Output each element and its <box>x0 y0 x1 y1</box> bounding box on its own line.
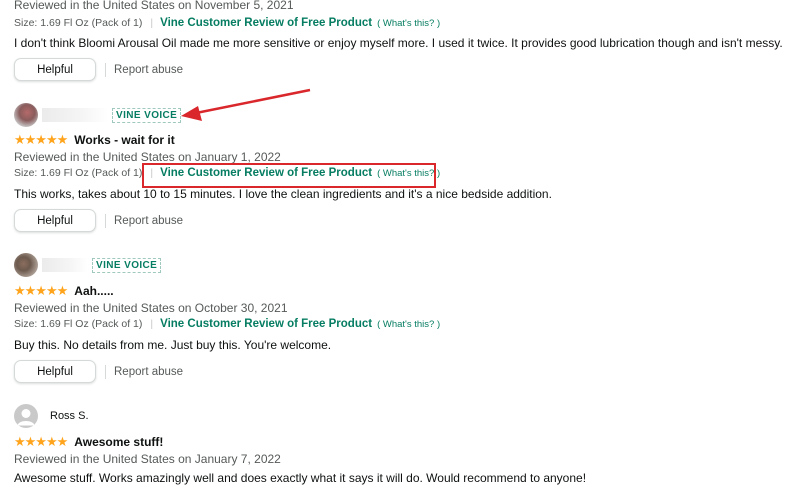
annotation-arrow-icon <box>181 88 311 121</box>
